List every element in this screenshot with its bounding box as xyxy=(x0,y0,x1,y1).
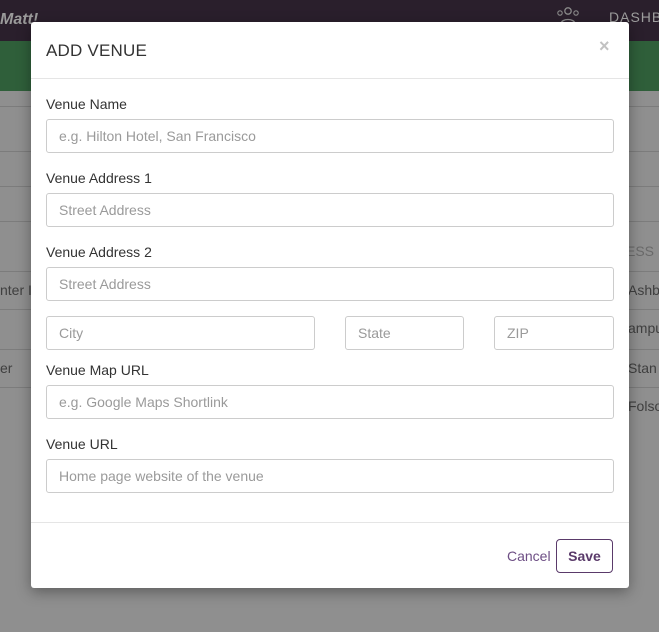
modal-header: ADD VENUE × xyxy=(31,22,629,79)
venue-url-input[interactable] xyxy=(46,459,614,493)
modal-footer: Cancel Save xyxy=(31,522,629,589)
map-url-label: Venue Map URL xyxy=(46,362,149,378)
close-icon[interactable]: × xyxy=(599,36,610,57)
address2-label: Venue Address 2 xyxy=(46,244,152,260)
table-cell: Ashby xyxy=(628,282,659,298)
map-url-input[interactable] xyxy=(46,385,614,419)
table-cell: er xyxy=(0,360,13,376)
zip-input[interactable] xyxy=(494,316,614,350)
state-input[interactable] xyxy=(345,316,464,350)
column-header: ESS xyxy=(626,243,655,259)
cancel-button[interactable]: Cancel xyxy=(507,548,551,564)
modal-title: ADD VENUE xyxy=(46,41,147,60)
venue-name-input[interactable] xyxy=(46,119,614,153)
save-button[interactable]: Save xyxy=(556,539,613,573)
venue-url-label: Venue URL xyxy=(46,436,118,452)
table-cell: Stan xyxy=(628,360,657,376)
address1-label: Venue Address 1 xyxy=(46,170,152,186)
table-cell: nter I xyxy=(0,282,32,298)
address2-input[interactable] xyxy=(46,267,614,301)
table-cell: ampu xyxy=(628,320,659,336)
address1-input[interactable] xyxy=(46,193,614,227)
add-venue-modal: ADD VENUE × Venue Name Venue Address 1 V… xyxy=(31,22,629,588)
table-cell: Folso xyxy=(628,398,659,414)
venue-name-label: Venue Name xyxy=(46,96,127,112)
city-input[interactable] xyxy=(46,316,315,350)
